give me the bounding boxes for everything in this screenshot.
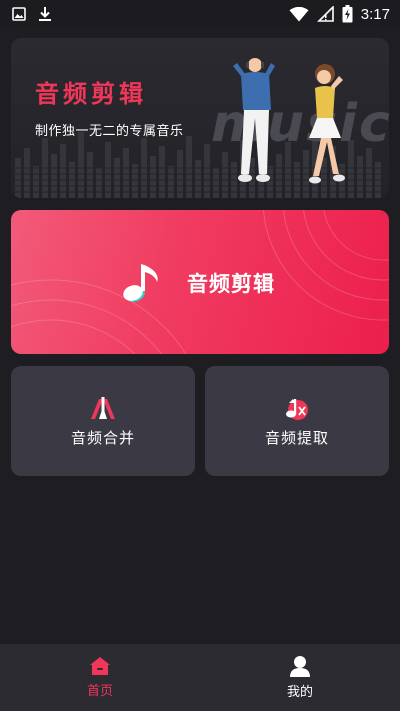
nav-item-profile[interactable]: 我的 [200,644,400,711]
audio-merge-button[interactable]: 音频合并 [11,366,195,476]
audio-merge-label: 音频合并 [70,428,135,447]
download-icon [39,7,51,21]
nav-label-home: 首页 [86,684,113,699]
banner-subtitle: 制作独一无二的专属音乐 [35,124,184,139]
banner-title: 音频剪辑 [35,80,147,108]
audio-edit-card[interactable]: 音频剪辑 [11,210,389,354]
status-bar: 3:17 [0,0,400,28]
nav-item-home[interactable]: 首页 [0,644,200,711]
audio-extract-button[interactable]: 音频提取 [205,366,389,476]
status-right: 3:17 [289,5,390,23]
wifi-icon [289,6,309,21]
status-left [12,6,52,22]
profile-icon [290,656,310,677]
merge-icon [91,396,115,419]
status-time: 3:17 [360,5,390,23]
nav-label-profile: 我的 [286,685,313,700]
home-icon [90,657,110,675]
music-note-icon [123,264,158,302]
battery-charging-icon [342,5,353,23]
image-icon [12,7,26,21]
people-with-headphones-illustration [233,53,345,184]
audio-edit-label: 音频剪辑 [187,272,275,296]
extract-icon [286,398,308,420]
banner[interactable]: music 音频剪辑 制作独一无二的专属音乐 [11,38,389,198]
bottom-nav: 首页 我的 [0,644,400,711]
audio-extract-label: 音频提取 [264,428,329,447]
signal-icon [316,6,334,22]
